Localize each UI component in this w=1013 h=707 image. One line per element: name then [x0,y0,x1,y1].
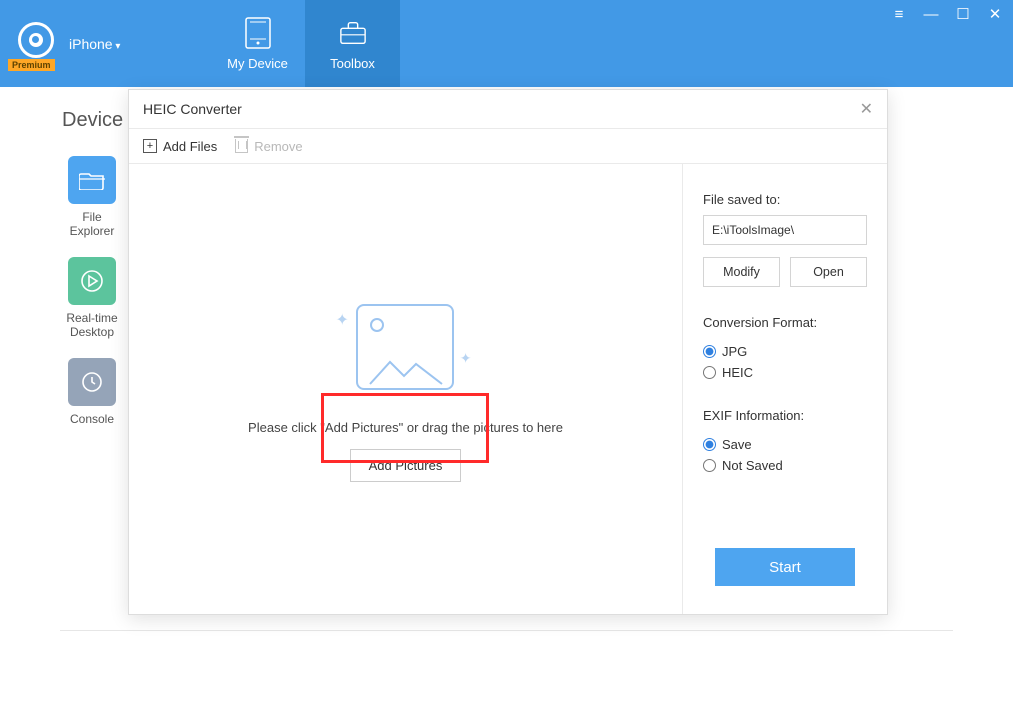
radio-label: Not Saved [722,458,783,473]
dialog-titlebar: HEIC Converter ✕ [129,90,887,129]
menu-icon[interactable]: ≡ [889,4,909,24]
folder-icon [68,156,116,204]
logo-area: Premium iPhone [0,0,210,87]
sidebar-item-file-explorer[interactable]: File Explorer [62,156,122,239]
open-button[interactable]: Open [790,257,867,287]
radio-input[interactable] [703,438,716,451]
start-button[interactable]: Start [715,548,855,586]
app-logo: Premium [8,16,63,71]
toolbox-icon [339,16,367,50]
tab-toolbox[interactable]: Toolbox [305,0,400,87]
radio-label: Save [722,437,752,452]
close-button[interactable]: ✕ [985,4,1005,24]
trash-icon [235,139,248,153]
button-label: Remove [254,139,302,154]
format-jpg-option[interactable]: JPG [703,344,867,359]
dialog-close-button[interactable]: ✕ [860,99,873,119]
dialog-body: ✦ ✦ Please click "Add Pictures" or drag … [129,164,887,614]
tab-label: Toolbox [330,56,375,71]
exif-radio-group: Save Not Saved [703,437,867,473]
modify-button[interactable]: Modify [703,257,780,287]
radio-input[interactable] [703,345,716,358]
radio-label: JPG [722,344,747,359]
play-icon [68,257,116,305]
tablet-icon [244,16,272,50]
options-panel: File saved to: Modify Open Conversion Fo… [682,164,887,614]
save-path-input[interactable] [703,215,867,245]
add-files-button[interactable]: + Add Files [143,139,217,154]
dialog-title: HEIC Converter [143,101,242,117]
image-placeholder-icon: ✦ ✦ [336,296,476,406]
exif-not-saved-option[interactable]: Not Saved [703,458,867,473]
premium-badge: Premium [8,59,55,71]
remove-button: Remove [235,139,302,154]
dialog-toolbar: + Add Files Remove [129,129,887,164]
add-pictures-button[interactable]: Add Pictures [350,449,462,482]
radio-label: HEIC [722,365,753,380]
sidebar-item-label: Console [70,412,114,426]
radio-input[interactable] [703,366,716,379]
maximize-button[interactable]: ☐ [953,4,973,24]
button-label: Add Files [163,139,217,154]
window-controls: ≡ — ☐ ✕ [889,4,1005,24]
format-heic-option[interactable]: HEIC [703,365,867,380]
exif-save-option[interactable]: Save [703,437,867,452]
device-dropdown[interactable]: iPhone [69,36,120,52]
drop-zone[interactable]: ✦ ✦ Please click "Add Pictures" or drag … [129,164,682,614]
minimize-button[interactable]: — [921,4,941,24]
tab-label: My Device [227,56,288,71]
sidebar-item-realtime-desktop[interactable]: Real-time Desktop [62,257,122,340]
format-radio-group: JPG HEIC [703,344,867,380]
saved-to-label: File saved to: [703,192,867,207]
format-label: Conversion Format: [703,315,867,330]
clock-icon [68,358,116,406]
drop-hint-text: Please click "Add Pictures" or drag the … [248,420,563,435]
header-tabs: My Device Toolbox [210,0,400,87]
app-header: Premium iPhone My Device Toolbox ≡ — ☐ ✕ [0,0,1013,87]
exif-label: EXIF Information: [703,408,867,423]
sidebar-item-console[interactable]: Console [62,358,122,426]
sidebar-item-label: Real-time Desktop [66,311,117,340]
divider [60,630,953,631]
tab-my-device[interactable]: My Device [210,0,305,87]
heic-converter-dialog: HEIC Converter ✕ + Add Files Remove ✦ ✦ … [128,89,888,615]
radio-input[interactable] [703,459,716,472]
sidebar-item-label: File Explorer [70,210,115,239]
plus-icon: + [143,139,157,153]
